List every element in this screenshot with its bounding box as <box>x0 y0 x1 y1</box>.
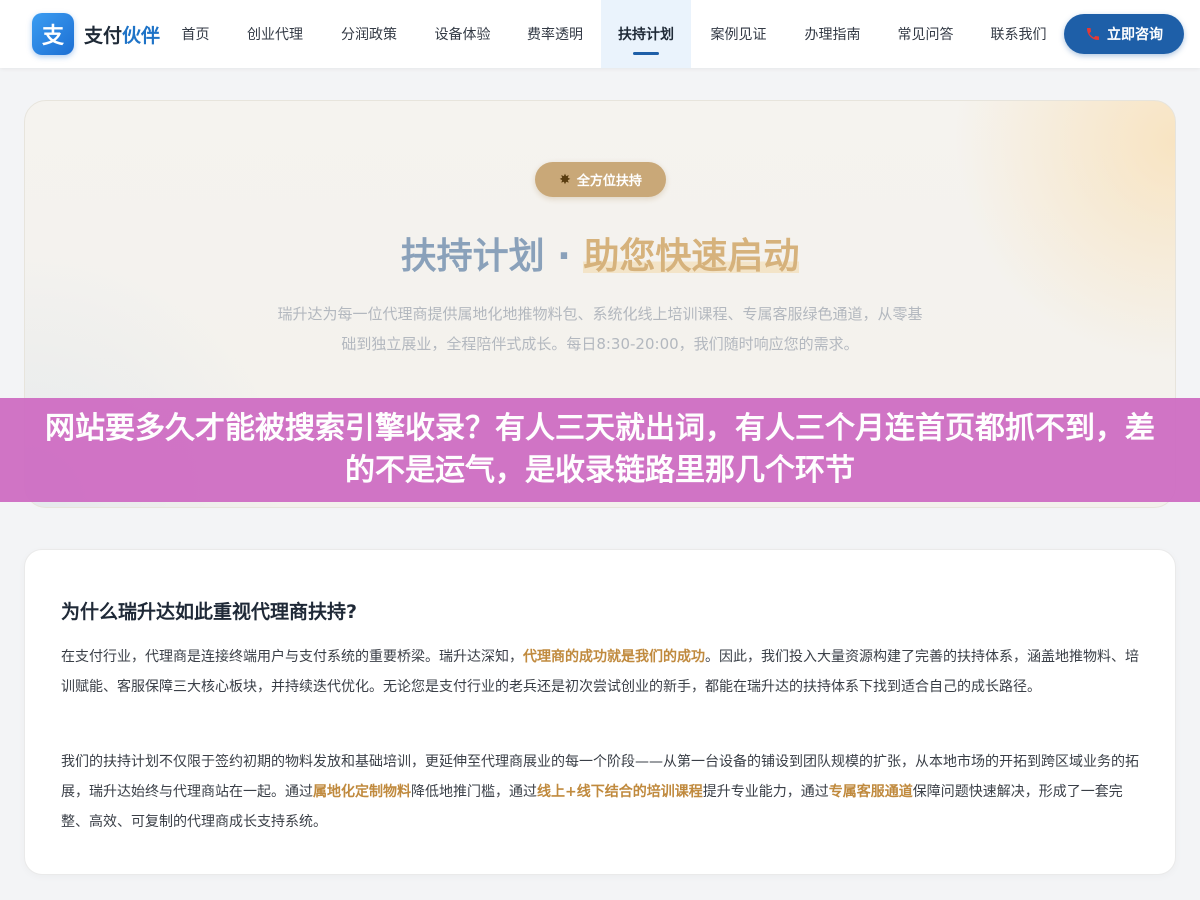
section-title: 为什么瑞升达如此重视代理商扶持? <box>61 601 358 623</box>
paragraph-1-text-1: 在支付行业，代理商是连接终端用户与支付系统的重要桥梁。瑞升达深知， <box>61 649 523 665</box>
why-support-section: 为什么瑞升达如此重视代理商扶持? 在支付行业，代理商是连接终端用户与支付系统的重… <box>24 549 1176 875</box>
nav-item-faq[interactable]: 常见问答 <box>879 0 972 68</box>
consult-now-label: 立即咨询 <box>1107 27 1163 43</box>
nav-item-agency[interactable]: 创业代理 <box>228 0 322 68</box>
paragraph-2-highlight-1: 属地化定制物料 <box>313 784 411 800</box>
hero-title: 扶持计划 · 助您快速启动 <box>25 227 1175 279</box>
nav-item-support-plan[interactable]: 扶持计划 <box>601 0 691 68</box>
phone-icon <box>1085 26 1101 42</box>
logo-icon: 支 <box>32 13 74 55</box>
overlay-banner: 网站要多久才能被搜索引擎收录？有人三天就出词，有人三个月连首页都抓不到，差的不是… <box>0 398 1200 502</box>
logo-text: 支付伙伴 <box>84 21 160 48</box>
logo-text-accent: 伙伴 <box>122 24 161 47</box>
nav-item-contact[interactable]: 联系我们 <box>972 0 1065 68</box>
nav-item-rates[interactable]: 费率透明 <box>509 0 601 68</box>
nav-item-guide[interactable]: 办理指南 <box>786 0 879 68</box>
hero-title-part2: 助您快速启动 <box>583 236 800 277</box>
star-burst-icon: ✸ <box>559 171 571 188</box>
nav-item-profit-policy[interactable]: 分润政策 <box>322 0 416 68</box>
hero-title-part1: 扶持计划 · <box>400 236 584 277</box>
site-header: 支 支付伙伴 首页 创业代理 分润政策 设备体验 费率透明 扶持计划 案例见证 … <box>0 0 1200 68</box>
logo-text-main: 支付 <box>84 24 123 47</box>
paragraph-1: 在支付行业，代理商是连接终端用户与支付系统的重要桥梁。瑞升达深知，代理商的成功就… <box>61 642 1141 702</box>
site-logo[interactable]: 支 支付伙伴 <box>32 13 160 55</box>
paragraph-1-highlight-1: 代理商的成功就是我们的成功 <box>523 649 705 665</box>
nav-item-device-trial[interactable]: 设备体验 <box>416 0 509 68</box>
hero-description: 瑞升达为每一位代理商提供属地化地推物料包、系统化线上培训课程、专属客服绿色通道，… <box>277 305 923 353</box>
paragraph-2-highlight-2: 线上+线下结合的培训课程 <box>537 784 703 800</box>
hero-badge-label: 全方位扶持 <box>576 174 642 189</box>
nav-item-home[interactable]: 首页 <box>163 0 228 68</box>
hero-badge: ✸ 全方位扶持 <box>535 162 666 197</box>
main-nav: 首页 创业代理 分润政策 设备体验 费率透明 扶持计划 案例见证 办理指南 常见… <box>163 0 1065 68</box>
paragraph-2-text-2: 降低地推门槛，通过 <box>411 784 537 800</box>
consult-now-button[interactable]: 立即咨询 <box>1064 14 1184 54</box>
paragraph-2-highlight-3: 专属客服通道 <box>828 784 913 800</box>
overlay-banner-text: 网站要多久才能被搜索引擎收录？有人三天就出词，有人三个月连首页都抓不到，差的不是… <box>45 411 1155 488</box>
paragraph-2: 我们的扶持计划不仅限于签约初期的物料发放和基础培训，更延伸至代理商展业的每一个阶… <box>61 747 1141 837</box>
nav-item-cases[interactable]: 案例见证 <box>691 0 786 68</box>
paragraph-2-text-3: 提升专业能力，通过 <box>702 784 829 800</box>
